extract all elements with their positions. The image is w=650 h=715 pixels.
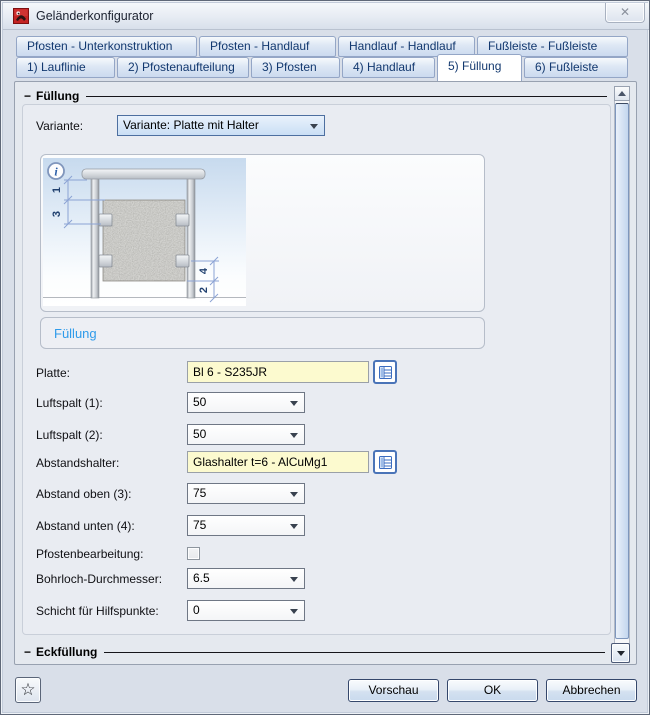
chevron-down-icon	[310, 124, 318, 129]
field-row-bohrloch-durchmesser: Bohrloch-Durchmesser: 6.5	[36, 568, 336, 589]
tab-fussleiste[interactable]: 6) Fußleiste	[524, 57, 628, 78]
window-title: Geländerkonfigurator	[36, 3, 153, 29]
abstand-unten-select[interactable]: 75	[187, 515, 305, 536]
section-title: Eckfüllung	[36, 645, 97, 659]
dim-label-2: 2	[198, 287, 210, 293]
variante-label: Variante:	[36, 115, 83, 136]
window-title-bar[interactable]: Geländerkonfigurator ✕	[3, 3, 649, 30]
collapse-icon[interactable]: −	[24, 645, 31, 659]
field-row-platte: Platte: Bl 6 - S235JR	[36, 361, 436, 384]
railing-configurator-dialog: Geländerkonfigurator ✕ Pfosten - Unterko…	[0, 0, 650, 715]
abstand-oben-select[interactable]: 75	[187, 483, 305, 504]
tab-fuellung-active[interactable]: 5) Füllung	[437, 54, 522, 81]
luftspalt-2-select[interactable]: 50	[187, 424, 305, 445]
dim-label-1: 1	[51, 187, 63, 193]
dim-label-4: 4	[198, 267, 210, 274]
field-row-abstand-unten: Abstand unten (4): 75	[36, 515, 336, 536]
bohrloch-durchmesser-select[interactable]: 6.5	[187, 568, 305, 589]
variante-select[interactable]: Variante: Platte mit Halter	[117, 115, 325, 136]
railing-preview-image: 1 3 4 2 i	[43, 158, 246, 306]
chevron-down-icon	[290, 401, 298, 406]
variante-row: Variante: Variante: Platte mit Halter	[36, 115, 436, 136]
star-icon: ☆	[20, 680, 35, 700]
field-row-abstand-oben: Abstand oben (3): 75	[36, 483, 336, 504]
chevron-down-icon	[290, 433, 298, 438]
section-rule	[104, 652, 605, 653]
tab-pfostenaufteilung[interactable]: 2) Pfostenaufteilung	[117, 57, 249, 78]
catalog-table-icon	[379, 456, 392, 469]
abstandshalter-input[interactable]: Glashalter t=6 - AlCuMg1	[187, 451, 369, 473]
platte-input[interactable]: Bl 6 - S235JR	[187, 361, 369, 383]
field-row-pfostenbearbeitung: Pfostenbearbeitung:	[36, 545, 336, 562]
app-icon	[13, 8, 29, 24]
chevron-down-icon	[290, 609, 298, 614]
scrollbar-thumb[interactable]	[615, 103, 629, 639]
scrollbar-down-button[interactable]	[611, 643, 630, 663]
schicht-hilfspunkte-select[interactable]: 0	[187, 600, 305, 621]
chevron-down-icon	[290, 577, 298, 582]
tab-pfosten[interactable]: 3) Pfosten	[251, 57, 340, 78]
catalog-table-icon	[379, 366, 392, 379]
section-header-eckfuellung: − Eckfüllung	[24, 645, 605, 659]
preview-caption-box: Füllung	[40, 317, 485, 349]
collapse-icon[interactable]: −	[24, 89, 31, 103]
arrow-down-icon	[617, 651, 625, 656]
content-panel: − Füllung Variante: Variante: Platte mit…	[14, 81, 637, 665]
close-button[interactable]: ✕	[605, 3, 645, 23]
section-title: Füllung	[36, 89, 79, 103]
luftspalt-1-select[interactable]: 50	[187, 392, 305, 413]
chevron-down-icon	[290, 492, 298, 497]
abbrechen-button[interactable]: Abbrechen	[546, 679, 637, 702]
field-row-luftspalt-2: Luftspalt (2): 50	[36, 424, 336, 445]
ok-button[interactable]: OK	[447, 679, 538, 702]
chevron-down-icon	[290, 524, 298, 529]
field-row-luftspalt-1: Luftspalt (1): 50	[36, 392, 336, 413]
tab-pfosten-unterkonstruktion[interactable]: Pfosten - Unterkonstruktion	[16, 36, 197, 57]
arrow-up-icon	[618, 91, 626, 96]
preview-box: 1 3 4 2 i	[40, 154, 485, 312]
preview-caption: Füllung	[54, 326, 97, 341]
tab-pfosten-handlauf[interactable]: Pfosten - Handlauf	[199, 36, 336, 57]
field-row-schicht-hilfspunkte: Schicht für Hilfspunkte: 0	[36, 600, 336, 621]
dim-label-3: 3	[51, 211, 63, 217]
vorschau-button[interactable]: Vorschau	[348, 679, 439, 702]
platte-catalog-button[interactable]	[373, 360, 397, 384]
section-header-fuellung: − Füllung	[24, 89, 607, 103]
tab-lauflinie[interactable]: 1) Lauflinie	[16, 57, 115, 78]
favorite-button[interactable]: ☆	[15, 677, 41, 703]
tab-handlauf[interactable]: 4) Handlauf	[342, 57, 435, 78]
field-row-abstandshalter: Abstandshalter: Glashalter t=6 - AlCuMg1	[36, 451, 436, 474]
close-icon: ✕	[620, 5, 630, 19]
scrollbar-up-button[interactable]	[614, 86, 630, 101]
section-rule	[86, 96, 607, 97]
info-icon: i	[48, 163, 64, 179]
pfostenbearbeitung-checkbox[interactable]	[187, 547, 200, 560]
abstandshalter-catalog-button[interactable]	[373, 450, 397, 474]
